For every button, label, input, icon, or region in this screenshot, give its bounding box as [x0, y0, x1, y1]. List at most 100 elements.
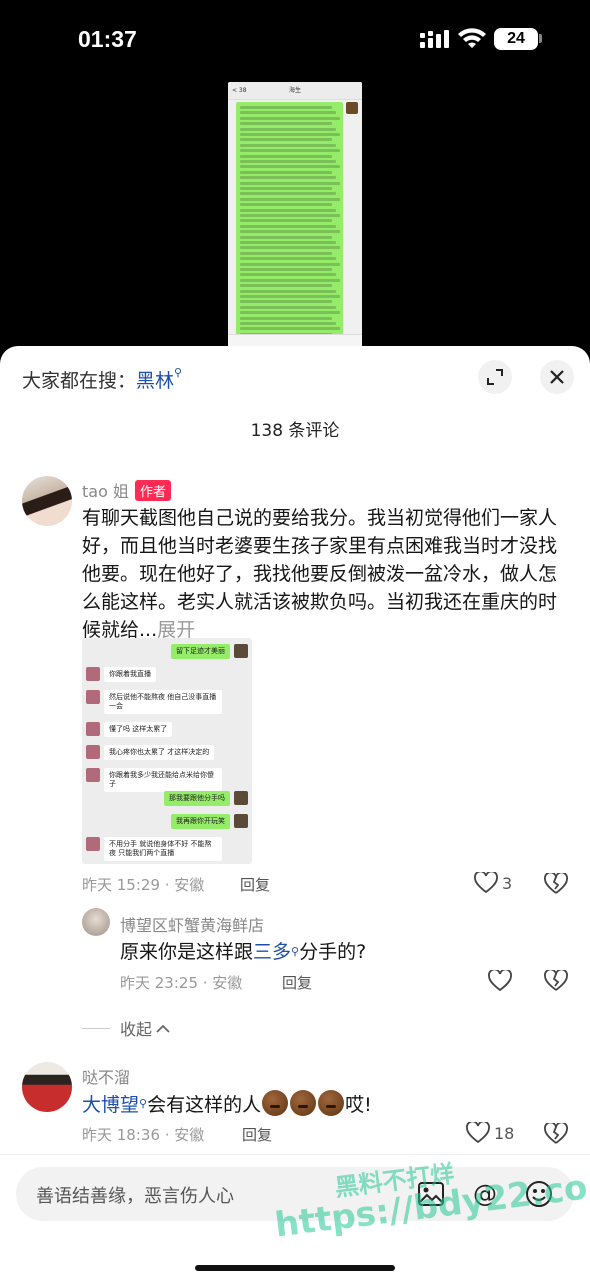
- preview-text-line: [240, 187, 332, 190]
- comment-username[interactable]: 哒不溜: [82, 1064, 130, 1088]
- collapse-replies[interactable]: 收起: [82, 1016, 170, 1040]
- heart-icon: [466, 1122, 490, 1144]
- comment-body-end: 哎!: [345, 1094, 372, 1116]
- preview-text-line: [240, 176, 336, 180]
- preview-text-line: [240, 127, 336, 131]
- status-bar: 01:37 24: [0, 0, 590, 80]
- avatar[interactable]: [82, 908, 110, 936]
- comment-body: 有聊天截图他自己说的要给我分。我当初觉得他们一家人好，而且他当时老婆要生孩子家里…: [82, 507, 558, 641]
- like-button[interactable]: 3: [474, 872, 512, 894]
- preview-text-line: [240, 214, 340, 217]
- search-keyword[interactable]: 黑林: [136, 370, 174, 392]
- close-button[interactable]: [540, 360, 574, 394]
- preview-text-line: [240, 235, 332, 239]
- comment-body: 会有这样的人: [147, 1094, 262, 1116]
- search-link[interactable]: 三多: [253, 941, 291, 963]
- search-icon: ⚲: [291, 945, 300, 958]
- preview-text-line: [240, 160, 336, 163]
- wifi-icon: [458, 28, 486, 48]
- preview-text-line: [240, 273, 336, 277]
- preview-text-line: [240, 262, 340, 266]
- preview-text-line: [240, 116, 340, 120]
- preview-text-line: [240, 149, 340, 153]
- status-time: 01:37: [78, 26, 137, 52]
- comment-username[interactable]: 博望区虾蟹黄海鲜店: [120, 912, 264, 936]
- emoji-icon: [262, 1090, 289, 1116]
- comment-username[interactable]: tao 姐: [82, 482, 129, 501]
- battery-nub: [539, 34, 542, 43]
- preview-text-line: [240, 133, 340, 136]
- chat-avatar: [86, 837, 100, 851]
- preview-header: < 38 海生: [228, 82, 362, 100]
- chat-bubble: 我再跟你开玩笑: [171, 814, 230, 829]
- comment-text[interactable]: 有聊天截图他自己说的要给我分。我当初觉得他们一家人好，而且他当时老婆要生孩子家里…: [82, 504, 568, 644]
- preview-text-line: [240, 224, 336, 228]
- comment-sheet: 大家都在搜：黑林⚲ 138 条评论 tao 姐作者 有聊天截图他自己说的要给我分…: [0, 346, 590, 1280]
- comment-meta: 昨天 15:29 · 安徽: [82, 876, 205, 894]
- reply-button[interactable]: 回复: [282, 972, 312, 993]
- preview-text-line: [240, 203, 332, 207]
- preview-text-line: [240, 111, 336, 115]
- like-button[interactable]: 18: [466, 1122, 514, 1144]
- avatar[interactable]: [22, 476, 72, 526]
- chat-bubble: 你跟着我多少我还能给点米给你傻子: [104, 768, 222, 792]
- preview-text-line: [240, 143, 336, 147]
- comment-text[interactable]: 大博望⚲会有这样的人 哎!: [82, 1090, 372, 1119]
- comment-meta: 昨天 23:25 · 安徽: [120, 974, 243, 992]
- preview-text-line: [240, 305, 336, 309]
- comment-count: 138 条评论: [250, 421, 340, 441]
- chat-avatar: [86, 745, 100, 759]
- heart-icon: [474, 872, 498, 894]
- comment-image[interactable]: 留下足迹才美丽 你跟着我直播 然后说他不能熬夜 他自己没事直播一会 懂了吗 这样太累了…: [82, 638, 252, 864]
- preview-back: < 38: [232, 87, 247, 94]
- search-suggestion[interactable]: 大家都在搜：黑林⚲: [22, 366, 182, 393]
- preview-text-line: [240, 246, 340, 250]
- chat-avatar: [86, 667, 100, 681]
- search-icon: ⚲: [139, 1097, 148, 1110]
- preview-text-line: [240, 278, 340, 282]
- home-indicator: [195, 1265, 395, 1271]
- preview-text-line: [240, 316, 332, 320]
- input-placeholder: 善语结善缘，恶言伤人心: [36, 1186, 234, 1207]
- preview-text-line: [240, 230, 340, 234]
- avatar[interactable]: [22, 1062, 72, 1112]
- broken-heart-icon[interactable]: [544, 873, 568, 895]
- preview-text-line: [240, 154, 332, 158]
- preview-text-line: [240, 197, 340, 201]
- video-preview[interactable]: < 38 海生: [228, 82, 362, 348]
- chat-bubble: 那我要跟他分手吗: [164, 791, 230, 806]
- collapse-divider: [82, 1027, 110, 1029]
- preview-title: 海生: [288, 87, 301, 94]
- reply-button[interactable]: 回复: [242, 1124, 272, 1145]
- emoji-icon: [318, 1090, 345, 1116]
- chat-bubble: 懂了吗 这样太累了: [104, 722, 173, 737]
- preview-text-line: [240, 192, 336, 196]
- heart-icon[interactable]: [488, 970, 512, 992]
- chat-avatar: [86, 768, 100, 782]
- preview-text-line: [240, 284, 332, 288]
- broken-heart-icon[interactable]: [544, 970, 568, 992]
- broken-heart-icon[interactable]: [544, 1123, 568, 1145]
- cellular-signal-icon: [420, 30, 449, 48]
- preview-text-line: [240, 106, 332, 109]
- preview-text-line: [240, 311, 340, 315]
- search-prefix: 大家都在搜：: [22, 370, 137, 392]
- comment-text[interactable]: 原来你是这样跟三多⚲分手的?: [120, 938, 366, 966]
- preview-text-line: [240, 181, 340, 185]
- close-icon: [550, 370, 564, 384]
- preview-text-line: [240, 122, 332, 126]
- search-icon: ⚲: [174, 366, 183, 379]
- preview-text-line: [240, 165, 340, 169]
- preview-text-line: [240, 138, 332, 142]
- comment-user[interactable]: tao 姐作者: [82, 478, 171, 502]
- expand-button[interactable]: [478, 360, 512, 394]
- comment-body-end: 分手的?: [299, 941, 367, 963]
- chat-avatar: [86, 690, 100, 704]
- preview-text-line: [240, 295, 340, 298]
- comment-body: 原来你是这样跟: [120, 941, 254, 963]
- expand-icon: [487, 369, 503, 385]
- search-link[interactable]: 大博望: [82, 1094, 139, 1116]
- chat-avatar: [234, 644, 248, 658]
- reply-button[interactable]: 回复: [240, 874, 270, 895]
- preview-text-line: [240, 289, 336, 293]
